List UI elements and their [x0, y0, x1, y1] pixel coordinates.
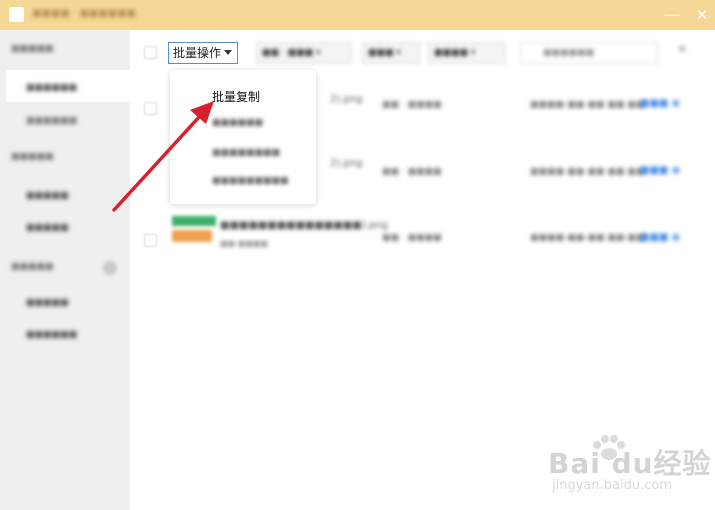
app-window: ■■■■ · ■■■■■■ — ✕ ■■■■■ ■■■■■■ ■■■■■■ ■■…	[0, 0, 715, 510]
arrow-shaft	[112, 114, 202, 212]
watermark: Bai du经验 jingyan.baidu.com	[548, 435, 711, 498]
watermark-brand: Bai du经验	[548, 447, 712, 480]
watermark-url: jingyan.baidu.com	[552, 478, 672, 493]
